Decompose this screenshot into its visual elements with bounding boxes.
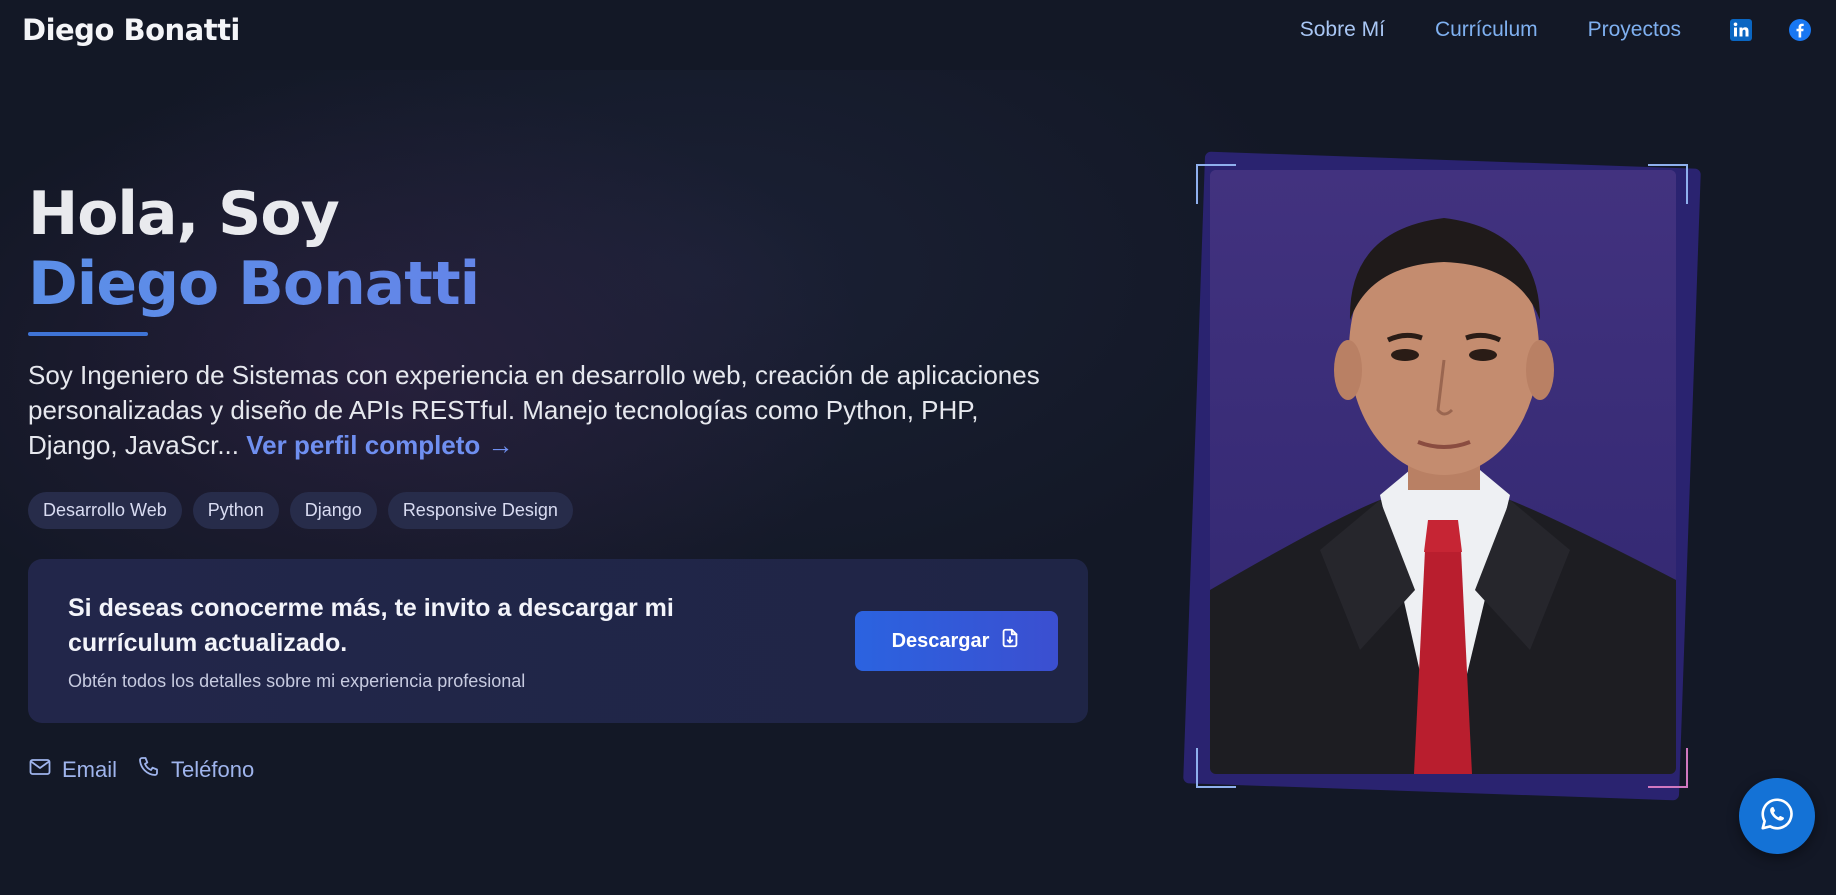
nav-links: Sobre Mí Currículum Proyectos (1300, 18, 1814, 42)
contact-links: Email Teléfono (28, 755, 1088, 785)
tag-responsive-design: Responsive Design (387, 492, 573, 529)
profile-photo-container (1183, 151, 1701, 801)
frame-corner-top-right (1648, 164, 1688, 204)
frame-corner-top-left (1196, 164, 1236, 204)
download-button-label: Descargar (891, 629, 990, 652)
email-link[interactable]: Email (28, 755, 117, 785)
profile-photo (1210, 170, 1676, 774)
facebook-icon[interactable] (1788, 18, 1812, 42)
social-links (1729, 18, 1812, 42)
phone-link[interactable]: Teléfono (137, 755, 254, 785)
phone-label: Teléfono (171, 757, 255, 782)
bio-text: Soy Ingeniero de Sistemas con experienci… (28, 360, 1040, 460)
nav-curriculum[interactable]: Currículum (1435, 18, 1538, 42)
whatsapp-icon (1758, 795, 1796, 838)
mail-icon (28, 755, 52, 785)
cta-subtitle: Obtén todos los detalles sobre mi experi… (68, 671, 526, 691)
hero-bio: Soy Ingeniero de Sistemas con experienci… (28, 358, 1068, 463)
cta-title: Si deseas conocerme más, te invito a des… (68, 594, 674, 657)
title-underline (28, 332, 148, 336)
whatsapp-button[interactable] (1739, 778, 1815, 854)
file-download-icon (999, 627, 1021, 655)
download-button[interactable]: Descargar (855, 611, 1058, 671)
tag-python: Python (192, 492, 279, 529)
hero-greeting: Hola, Soy (28, 179, 340, 249)
skill-tags: Desarrollo Web Python Django Responsive … (28, 492, 1088, 529)
nav-proyectos[interactable]: Proyectos (1588, 18, 1681, 42)
phone-icon (137, 755, 161, 785)
cv-download-card: Si deseas conocerme más, te invito a des… (28, 559, 1088, 723)
frame-corner-bottom-left (1196, 748, 1236, 788)
frame-corner-bottom-right (1648, 748, 1688, 788)
tag-django: Django (289, 492, 377, 529)
hero-section: Hola, Soy Diego Bonatti Soy Ingeniero de… (28, 180, 1088, 785)
linkedin-icon[interactable] (1729, 18, 1753, 42)
nav-sobre-mi[interactable]: Sobre Mí (1300, 18, 1385, 42)
email-label: Email (62, 757, 118, 782)
portrait-illustration (1210, 170, 1676, 774)
hero-name: Diego Bonatti (28, 248, 1088, 320)
brand-logo[interactable]: Diego Bonatti (22, 13, 240, 47)
tag-desarrollo-web: Desarrollo Web (28, 492, 182, 529)
navbar: Diego Bonatti Sobre Mí Currículum Proyec… (0, 0, 1836, 60)
view-profile-link[interactable]: Ver perfil completo → (246, 430, 513, 460)
